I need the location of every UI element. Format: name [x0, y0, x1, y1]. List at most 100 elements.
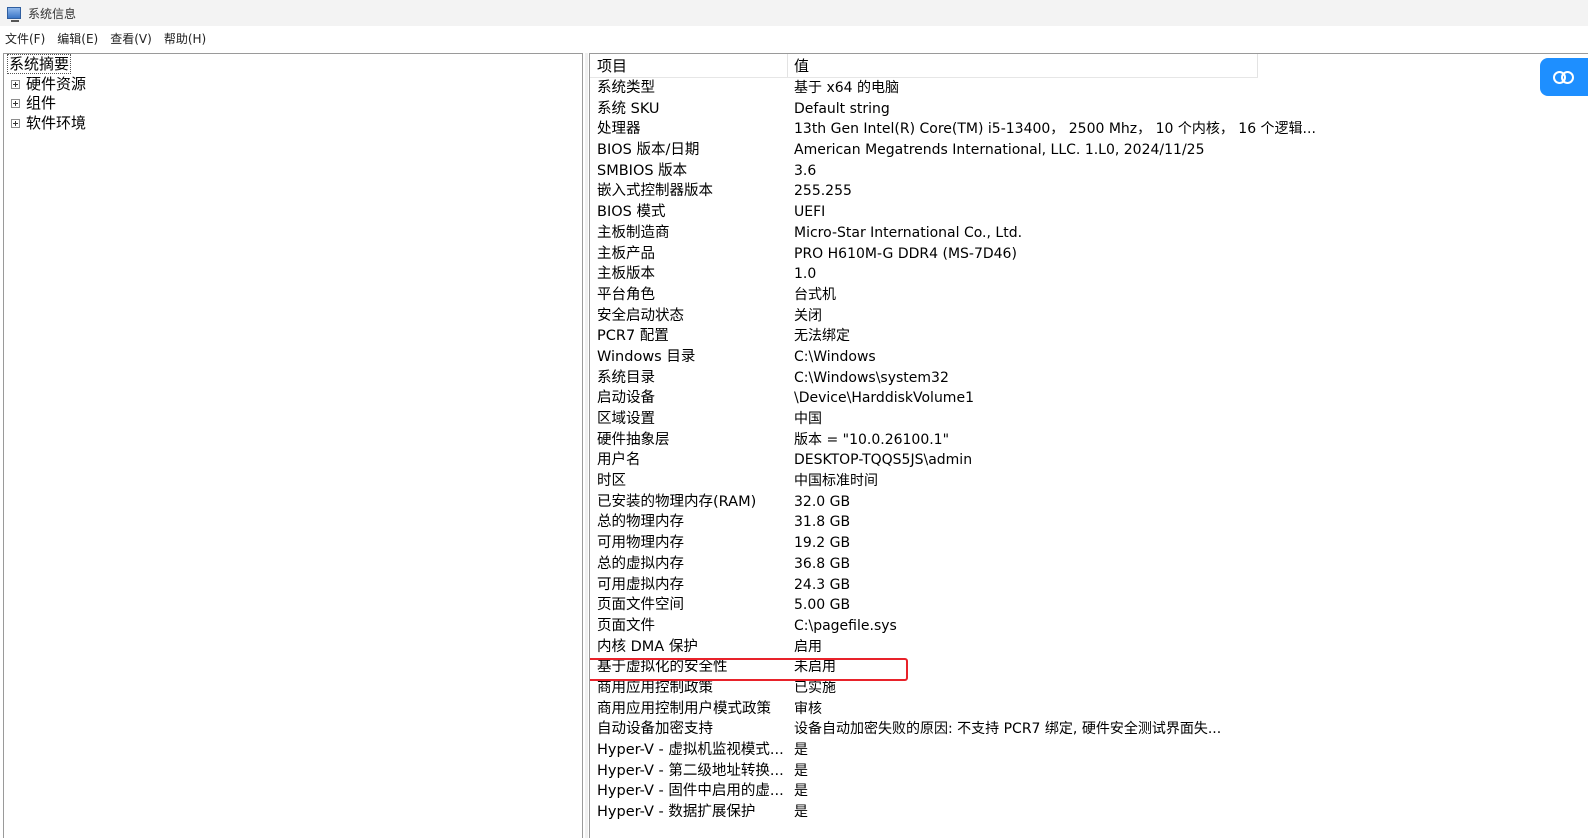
row-value: 启用: [794, 638, 822, 655]
table-row[interactable]: BIOS 模式 UEFI: [590, 202, 1588, 223]
tree-item-label: 硬件资源: [26, 75, 87, 93]
row-value: 关闭: [794, 307, 822, 324]
row-value: 设备自动加密失败的原因: 不支持 PCR7 绑定, 硬件安全测试界面失...: [794, 721, 1222, 738]
row-item: 平台角色: [597, 286, 655, 303]
row-item: 主板产品: [597, 245, 655, 262]
plus-expander-icon[interactable]: [11, 118, 20, 128]
row-value: C:\Windows\system32: [794, 369, 949, 386]
row-value: 3.6: [794, 162, 817, 179]
table-row[interactable]: SMBIOS 版本 3.6: [590, 161, 1588, 182]
table-row[interactable]: 启动设备 \Device\HarddiskVolume1: [590, 388, 1588, 409]
row-value: 5.00 GB: [794, 597, 851, 614]
row-value: 中国标准时间: [794, 473, 878, 490]
row-value: 是: [794, 742, 808, 758]
menu-help[interactable]: 帮助(H): [159, 30, 213, 47]
plus-expander-icon[interactable]: [11, 98, 20, 108]
column-header-item[interactable]: 项目: [597, 54, 627, 77]
row-value: DESKTOP-TQQS5JS\admin: [794, 452, 973, 469]
list-rows: 系统类型 基于 x64 的电脑系统 SKU Default string 处理器 13t…: [590, 78, 1588, 823]
table-row[interactable]: 安全启动状态 关闭: [590, 306, 1588, 327]
plus-expander-icon[interactable]: [11, 79, 20, 89]
row-item: 用户名: [597, 452, 641, 469]
row-item: Windows 目录: [597, 348, 696, 365]
table-row[interactable]: 可用虚拟内存 24.3 GB: [590, 575, 1588, 596]
table-row[interactable]: Hyper-V - 虚拟机监视模式... 是: [590, 740, 1588, 761]
row-item: 主板版本: [597, 266, 655, 283]
menu-edit[interactable]: 编辑(E): [52, 30, 105, 47]
row-value: American Megatrends International, LLC. …: [794, 142, 1205, 159]
row-item: 处理器: [597, 121, 641, 138]
table-row[interactable]: Windows 目录 C:\Windows: [590, 347, 1588, 368]
title-bar: 系统信息: [0, 0, 1588, 26]
row-value: 是: [794, 762, 808, 779]
row-value: 中国: [794, 411, 822, 427]
row-value: 版本 = "10.0.26100.1": [794, 431, 950, 448]
row-item: 硬件抽象层: [597, 431, 670, 448]
table-row[interactable]: 用户名 DESKTOP-TQQS5JS\admin: [590, 450, 1588, 471]
menu-view[interactable]: 查看(V): [105, 30, 159, 47]
table-row[interactable]: 商用应用控制用户模式政策 审核: [590, 699, 1588, 720]
tree-item-label: 组件: [26, 94, 57, 112]
row-item: BIOS 版本/日期: [597, 142, 700, 159]
table-row[interactable]: 嵌入式控制器版本 255.255: [590, 181, 1588, 202]
category-tree[interactable]: 系统摘要 硬件资源 组件 软件环境: [3, 53, 583, 838]
menu-file[interactable]: 文件(F): [0, 30, 52, 47]
row-item: 时区: [597, 473, 626, 490]
table-row[interactable]: 页面文件空间 5.00 GB: [590, 595, 1588, 616]
table-row[interactable]: 可用物理内存 19.2 GB: [590, 533, 1588, 554]
tree-item-system-summary[interactable]: 系统摘要: [6, 54, 72, 74]
row-value: 是: [794, 783, 808, 800]
table-row[interactable]: 主板制造商 Micro-Star International Co., Ltd.: [590, 223, 1588, 244]
table-row[interactable]: 内核 DMA 保护 启用: [590, 637, 1588, 658]
table-row[interactable]: 时区 中国标准时间: [590, 471, 1588, 492]
row-item: 主板制造商: [597, 224, 670, 241]
table-row[interactable]: Hyper-V - 第二级地址转换... 是: [590, 761, 1588, 782]
column-divider[interactable]: [787, 54, 788, 77]
table-row[interactable]: 自动设备加密支持 设备自动加密失败的原因: 不支持 PCR7 绑定, 硬件安全测试…: [590, 719, 1588, 740]
table-row[interactable]: PCR7 配置 无法绑定: [590, 326, 1588, 347]
table-row[interactable]: 系统 SKU Default string: [590, 99, 1588, 120]
row-item: 区域设置: [597, 411, 655, 427]
table-row[interactable]: 主板产品 PRO H610M-G DDR4 (MS-7D46): [590, 244, 1588, 265]
row-item: 系统类型: [597, 80, 655, 96]
row-value: PRO H610M-G DDR4 (MS-7D46): [794, 245, 1017, 262]
row-item: 可用物理内存: [597, 535, 684, 552]
details-list[interactable]: 项目 值 系统类型 基于 x64 的电脑系统 SKU Default string 处…: [589, 53, 1588, 838]
table-row[interactable]: 区域设置 中国: [590, 409, 1588, 430]
row-item: 启动设备: [597, 390, 655, 407]
table-row[interactable]: 系统类型 基于 x64 的电脑: [590, 78, 1588, 99]
row-value: C:\Windows: [794, 348, 876, 365]
table-row[interactable]: 处理器 13th Gen Intel(R) Core(TM) i5-13400， …: [590, 119, 1588, 140]
table-row[interactable]: 硬件抽象层 版本 = "10.0.26100.1": [590, 430, 1588, 451]
table-row[interactable]: 主板版本 1.0: [590, 264, 1588, 285]
window-title: 系统信息: [28, 6, 77, 21]
row-value: 24.3 GB: [794, 576, 851, 593]
table-row[interactable]: 总的物理内存 31.8 GB: [590, 512, 1588, 533]
table-row[interactable]: Hyper-V - 数据扩展保护 是: [590, 802, 1588, 823]
table-row[interactable]: 平台角色 台式机: [590, 285, 1588, 306]
table-row[interactable]: 总的虚拟内存 36.8 GB: [590, 554, 1588, 575]
table-row[interactable]: 商用应用控制政策 已实施: [590, 678, 1588, 699]
system-information-window: 系统信息 文件(F) 编辑(E) 查看(V) 帮助(H) 系统摘要 硬件资源 组…: [0, 0, 1588, 838]
row-value: 255.255: [794, 183, 852, 200]
row-value: 无法绑定: [794, 328, 850, 345]
floating-cloud-button[interactable]: [1540, 58, 1588, 96]
row-item: 商用应用控制政策: [597, 679, 713, 696]
row-item: 系统 SKU: [597, 100, 660, 117]
table-row[interactable]: 系统目录 C:\Windows\system32: [590, 368, 1588, 389]
table-row[interactable]: 页面文件 C:\pagefile.sys: [590, 616, 1588, 637]
tree-item-components[interactable]: 组件: [11, 94, 56, 112]
tree-item-hardware-resources[interactable]: 硬件资源: [11, 75, 86, 93]
column-header-value[interactable]: 值: [794, 54, 809, 77]
list-header: 项目 值: [590, 54, 1258, 78]
tree-item-software-environment[interactable]: 软件环境: [11, 114, 86, 132]
pane-splitter[interactable]: [585, 53, 588, 838]
table-row[interactable]: 已安装的物理内存(RAM) 32.0 GB: [590, 492, 1588, 513]
row-item: 内核 DMA 保护: [597, 638, 698, 655]
row-value: 基于 x64 的电脑: [794, 80, 899, 96]
row-value: Micro-Star International Co., Ltd.: [794, 224, 1023, 241]
table-row[interactable]: BIOS 版本/日期 American Megatrends Internatio…: [590, 140, 1588, 161]
table-row[interactable]: Hyper-V - 固件中启用的虚... 是: [590, 781, 1588, 802]
system-info-icon: [7, 7, 21, 22]
column-divider[interactable]: [1257, 54, 1258, 77]
